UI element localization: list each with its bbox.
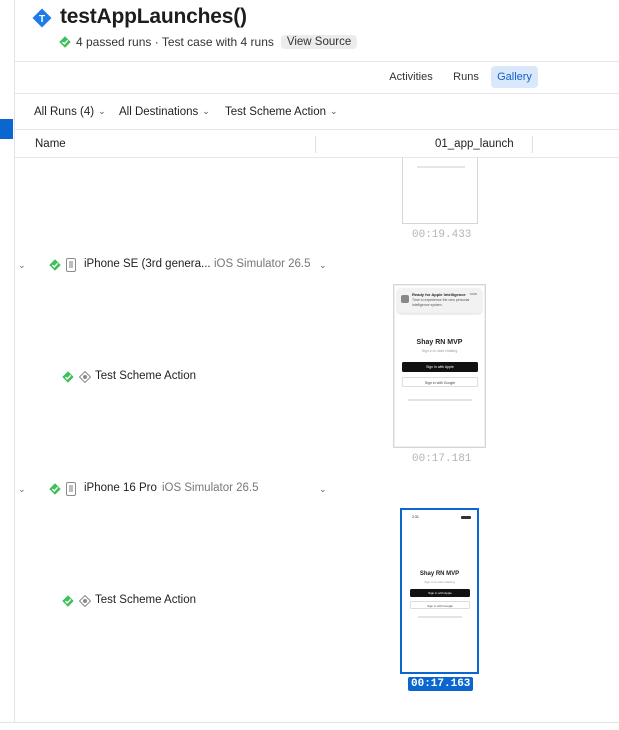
summary-text: 4 passed runs · Test case with 4 runs: [76, 35, 274, 49]
destination-platform: iOS Simulator 26.5: [162, 482, 259, 494]
svg-text:T: T: [39, 14, 45, 25]
app-icon: [401, 295, 409, 303]
page-title: testAppLaunches(): [60, 5, 247, 28]
notification-body: intelligence system.: [412, 303, 443, 307]
passed-check-icon: [62, 595, 74, 607]
scheme-filter-label: Test Scheme Action: [225, 106, 326, 118]
tab-runs[interactable]: Runs: [448, 66, 484, 88]
app-title: Shay RN MVP: [416, 339, 463, 346]
notification-body: Time to experience the new personal: [412, 298, 470, 302]
bottom-divider: [0, 722, 619, 723]
scheme-action-row[interactable]: Test Scheme Action: [0, 592, 320, 610]
apple-sign-in-button: Sign in with Apple: [402, 362, 478, 372]
chevron-down-icon[interactable]: ⌄: [319, 484, 327, 495]
destination-name: iPhone 16 Pro: [84, 482, 157, 494]
notification-banner: Ready for Apple Intelligence Time to exp…: [397, 288, 482, 313]
passed-check-icon: [49, 259, 61, 271]
destination-row[interactable]: ⌄ iPhone 16 Pro iOS Simulator 26.5 ⌄: [0, 480, 619, 498]
app-subtitle: Sign in to start chatting: [421, 349, 458, 353]
scheme-action-label: Test Scheme Action: [95, 594, 196, 606]
app-title: Shay RN MVP: [419, 571, 460, 577]
destination-name: iPhone SE (3rd genera...: [84, 258, 211, 270]
iphone-device-icon: [66, 482, 76, 496]
runs-filter-label: All Runs (4): [34, 106, 95, 118]
status-time: 2:31: [412, 515, 419, 519]
view-source-button[interactable]: View Source: [280, 35, 358, 49]
screenshot-content: [417, 166, 465, 168]
passed-check-icon: [59, 36, 71, 48]
google-sign-in-button: Sign in with Google: [410, 601, 470, 609]
chevron-down-icon: ⌄: [98, 106, 106, 116]
scheme-filter[interactable]: Test Scheme Action ⌄: [225, 102, 338, 122]
legal-text: [418, 616, 462, 618]
disclosure-chevron-icon[interactable]: ⌄: [18, 260, 26, 271]
tab-bar: Activities Runs Gallery: [0, 66, 619, 90]
screenshot-timestamp: 00:19.433: [412, 229, 472, 241]
destinations-filter-label: All Destinations: [119, 106, 199, 118]
divider: [15, 129, 619, 130]
screenshot-thumbnail[interactable]: [402, 158, 478, 224]
selection-marker: [0, 119, 13, 139]
destinations-filter[interactable]: All Destinations ⌄: [119, 102, 210, 122]
notification-time: now: [469, 291, 477, 296]
destination-platform: iOS Simulator 26.5: [214, 258, 311, 270]
passed-check-icon: [49, 483, 61, 495]
scheme-action-label: Test Scheme Action: [95, 370, 196, 382]
column-header-attachment[interactable]: 01_app_launch: [435, 138, 514, 150]
notification-title: Ready for Apple Intelligence: [412, 292, 466, 297]
test-diamond-icon: T: [32, 8, 52, 28]
scheme-action-icon: [79, 371, 91, 383]
screenshot-thumbnail[interactable]: Ready for Apple Intelligence Time to exp…: [393, 284, 486, 448]
divider: [15, 93, 619, 94]
tab-gallery[interactable]: Gallery: [491, 66, 538, 88]
app-subtitle: Sign in to start chatting: [424, 580, 455, 584]
selected-screenshot-thumbnail[interactable]: 2:31 Shay RN MVP Sign in to start chatti…: [400, 508, 479, 674]
selected-screenshot-timestamp: 00:17.163: [408, 677, 474, 691]
battery-icon: [461, 516, 471, 519]
divider: [15, 61, 619, 62]
chevron-down-icon: ⌄: [330, 106, 338, 116]
column-divider: [532, 136, 533, 153]
legal-text: [408, 399, 472, 401]
scheme-action-icon: [79, 595, 91, 607]
disclosure-chevron-icon[interactable]: ⌄: [18, 484, 26, 495]
google-sign-in-button: Sign in with Google: [402, 377, 478, 387]
divider: [15, 157, 619, 158]
test-summary: 4 passed runs · Test case with 4 runs Vi…: [59, 34, 358, 50]
column-header-name[interactable]: Name: [35, 138, 66, 150]
filter-bar: All Runs (4) ⌄ All Destinations ⌄ Test Sch…: [0, 102, 619, 122]
passed-check-icon: [62, 371, 74, 383]
screenshot-timestamp: 00:17.181: [412, 453, 472, 465]
iphone-device-icon: [66, 258, 76, 272]
tab-activities[interactable]: Activities: [385, 66, 437, 88]
runs-filter[interactable]: All Runs (4) ⌄: [34, 102, 106, 122]
destination-row[interactable]: ⌄ iPhone SE (3rd genera... iOS Simulator…: [0, 256, 619, 274]
chevron-down-icon[interactable]: ⌄: [319, 260, 327, 271]
apple-sign-in-button: Sign in with Apple: [410, 589, 470, 597]
scheme-action-row[interactable]: Test Scheme Action: [0, 368, 320, 386]
column-divider: [315, 136, 316, 153]
chevron-down-icon: ⌄: [202, 106, 210, 116]
